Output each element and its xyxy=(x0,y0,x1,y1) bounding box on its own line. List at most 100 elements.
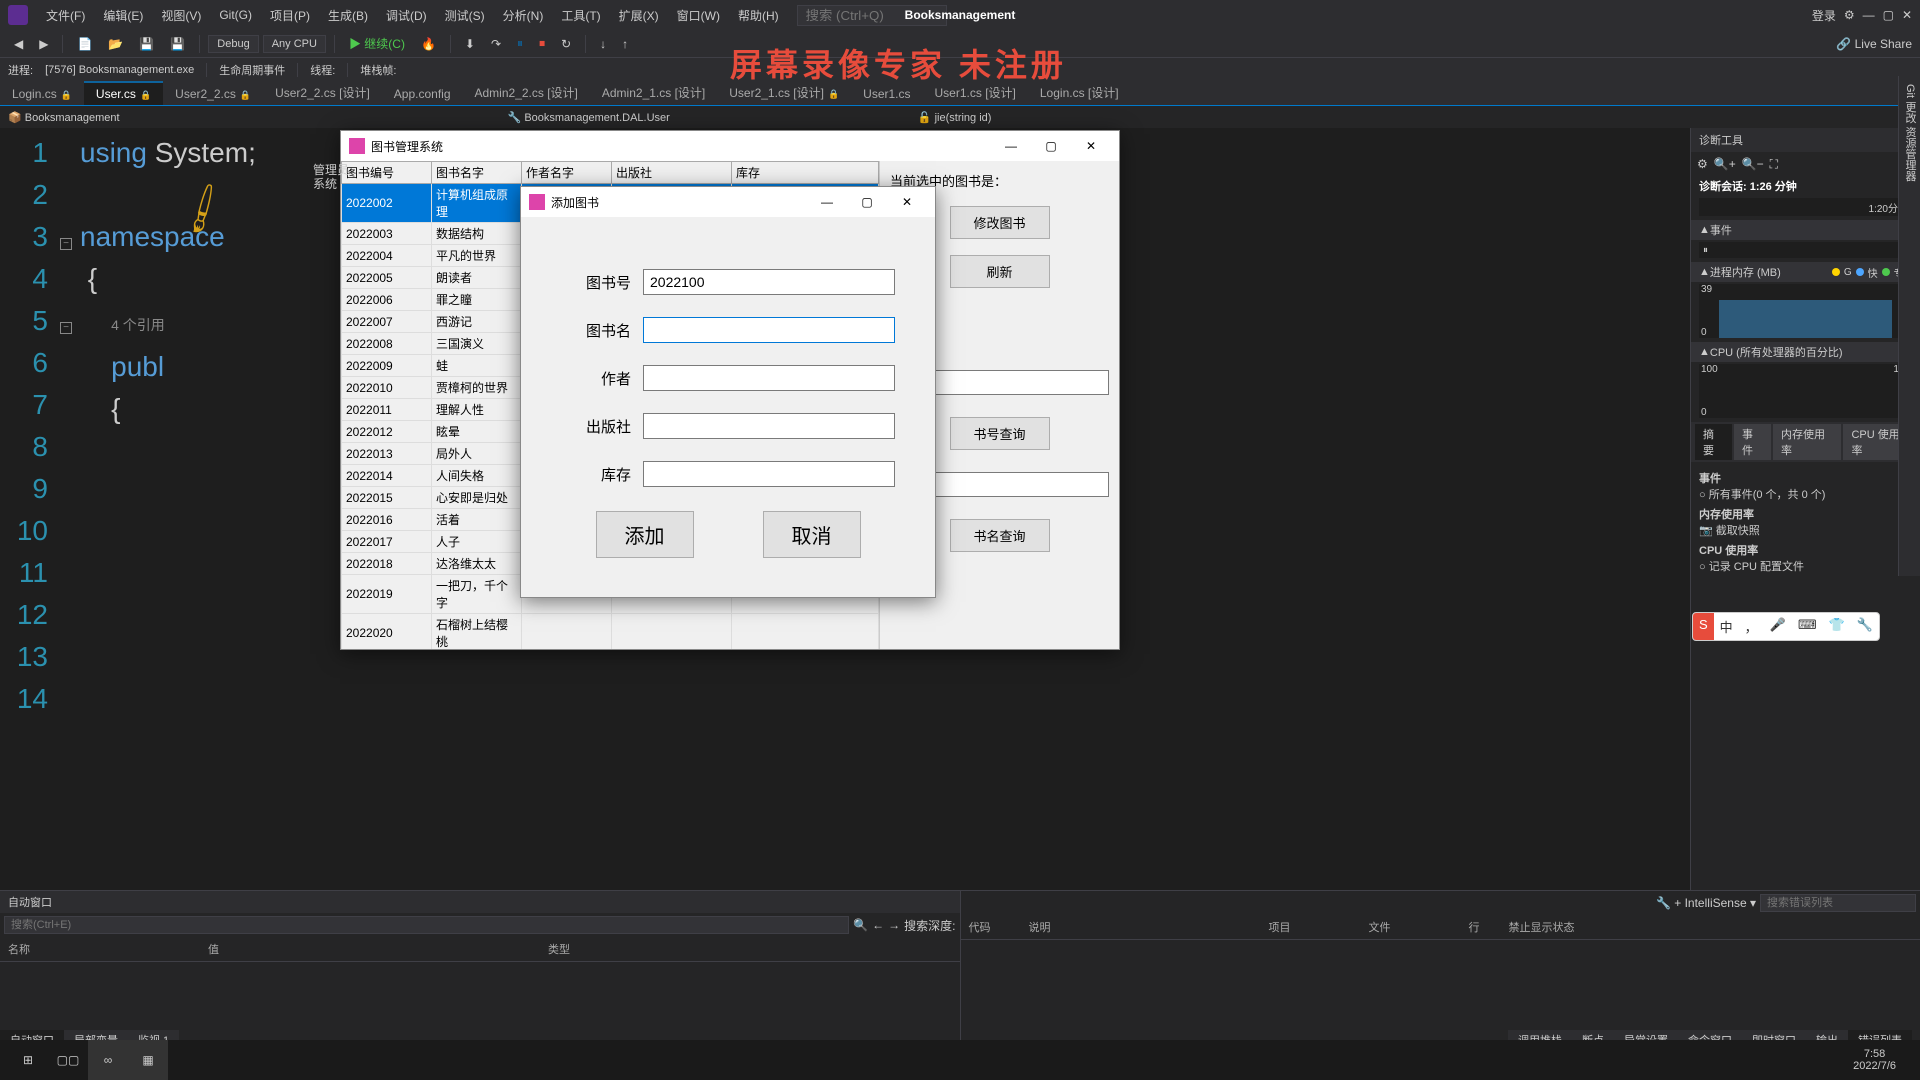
menu-test[interactable]: 测试(S) xyxy=(437,4,493,27)
tab-appconfig[interactable]: App.config xyxy=(382,83,463,105)
minimize-icon[interactable]: — xyxy=(807,191,847,213)
search-icon[interactable]: 🔍 xyxy=(853,918,868,932)
modify-book-button[interactable]: 修改图书 xyxy=(950,206,1050,239)
nav-fwd-icon[interactable]: ▶ xyxy=(33,35,54,53)
close-icon[interactable]: ✕ xyxy=(1071,135,1111,157)
tab-user[interactable]: User.cs🔒 xyxy=(84,81,163,105)
new-file-icon[interactable]: 📄 xyxy=(71,35,98,53)
table-row[interactable]: 2022020石榴树上结樱桃 xyxy=(342,614,879,650)
save-all-icon[interactable]: 💾 xyxy=(164,35,191,53)
diag-tab-events[interactable]: 事件 xyxy=(1734,424,1771,460)
addbook-titlebar[interactable]: 添加图书 — ▢ ✕ xyxy=(521,187,935,217)
menu-view[interactable]: 视图(V) xyxy=(153,4,209,27)
diag-events-header[interactable]: ▲ 事件 xyxy=(1691,220,1920,240)
record-cpu-button[interactable]: 记录 CPU 配置文件 xyxy=(1709,561,1804,573)
tab-user1[interactable]: User1.cs xyxy=(851,83,922,105)
nav-prev-icon[interactable]: ← xyxy=(872,918,884,932)
add-button[interactable]: 添加 xyxy=(596,511,694,558)
config-dropdown[interactable]: Debug xyxy=(208,35,258,53)
stock-input[interactable] xyxy=(643,461,895,487)
close-icon[interactable]: ✕ xyxy=(1902,8,1912,22)
tab-user22-design[interactable]: User2_2.cs [设计] xyxy=(263,80,382,105)
process-dropdown[interactable]: [7576] Booksmanagement.exe xyxy=(45,64,194,76)
ime-punct-icon[interactable]: ， xyxy=(1739,613,1764,640)
lifecycle-label[interactable]: 生命周期事件 xyxy=(219,62,285,78)
start-button[interactable]: ⊞ xyxy=(8,1040,48,1080)
reset-zoom-icon[interactable]: ⛶ xyxy=(1770,157,1778,172)
book-id-input[interactable] xyxy=(643,269,895,295)
nav-next-icon[interactable]: → xyxy=(888,918,900,932)
save-icon[interactable]: 💾 xyxy=(133,35,160,53)
menu-window[interactable]: 窗口(W) xyxy=(669,4,728,27)
menu-project[interactable]: 项目(P) xyxy=(262,4,318,27)
cpu-chart[interactable]: 100 100 0 0 xyxy=(1699,364,1912,418)
filter-dropdown[interactable]: 🔧 + IntelliSense ▾ xyxy=(1656,896,1756,910)
taskbar-app-icon[interactable]: ▦ xyxy=(128,1040,168,1080)
menu-help[interactable]: 帮助(H) xyxy=(730,4,787,27)
snapshot-button[interactable]: 截取快照 xyxy=(1716,525,1760,537)
breadcrumb-project[interactable]: 📦 Booksmanagement xyxy=(8,111,120,124)
minimize-icon[interactable]: — xyxy=(1863,8,1875,22)
diag-tab-summary[interactable]: 摘要 xyxy=(1695,424,1732,460)
ime-skin-icon[interactable]: 👕 xyxy=(1823,613,1851,640)
menu-debug[interactable]: 调试(D) xyxy=(378,4,435,27)
pause-icon[interactable]: ⏸ xyxy=(511,34,529,53)
breadcrumb-class[interactable]: 🔧 Booksmanagement.DAL.User xyxy=(508,111,670,124)
login-button[interactable]: 登录 xyxy=(1812,7,1836,24)
tab-admin22-design[interactable]: Admin2_2.cs [设计] xyxy=(463,80,590,105)
menu-build[interactable]: 生成(B) xyxy=(320,4,376,27)
ime-keyboard-icon[interactable]: ⌨ xyxy=(1792,613,1823,640)
diag-cpu-header[interactable]: ▲ CPU (所有处理器的百分比) xyxy=(1691,342,1920,362)
fold-icon[interactable]: − xyxy=(60,322,72,334)
autos-search-input[interactable] xyxy=(4,916,849,934)
diag-tab-mem[interactable]: 内存使用率 xyxy=(1773,424,1841,460)
cancel-button[interactable]: 取消 xyxy=(763,511,861,558)
nav-back-icon[interactable]: ◀ xyxy=(8,35,29,53)
task-view-icon[interactable]: ▢▢ xyxy=(48,1040,88,1080)
breadcrumb-method[interactable]: 🔓 jie(string id) xyxy=(918,111,992,124)
ime-toolbar[interactable]: S 中 ， 🎤 ⌨ 👕 🔧 xyxy=(1692,612,1880,641)
live-share-button[interactable]: 🔗 Live Share xyxy=(1836,37,1912,51)
publisher-input[interactable] xyxy=(643,413,895,439)
hot-reload-icon[interactable]: 🔥 xyxy=(415,35,442,53)
restart-icon[interactable]: ↻ xyxy=(555,35,577,53)
tab-user22[interactable]: User2_2.cs🔒 xyxy=(163,83,263,105)
open-icon[interactable]: 📂 xyxy=(102,35,129,53)
autos-header[interactable]: 自动窗口 xyxy=(0,891,960,913)
gear-icon[interactable]: ⚙ xyxy=(1697,157,1708,171)
maximize-icon[interactable]: ▢ xyxy=(1883,8,1894,22)
bookwin-titlebar[interactable]: 图书管理系统 — ▢ ✕ xyxy=(341,131,1119,161)
query-by-name-button[interactable]: 书名查询 xyxy=(950,519,1050,552)
ime-mic-icon[interactable]: 🎤 xyxy=(1764,613,1792,640)
ime-lang[interactable]: 中 xyxy=(1714,613,1739,640)
diag-mem-header[interactable]: ▲ 进程内存 (MB) G 快 专... xyxy=(1691,262,1920,282)
system-clock[interactable]: 7:58 2022/7/6 xyxy=(1845,1048,1904,1072)
zoom-in-icon[interactable]: 🔍+ xyxy=(1714,157,1736,171)
tab-login[interactable]: Login.cs🔒 xyxy=(0,83,84,105)
query-by-id-button[interactable]: 书号查询 xyxy=(950,417,1050,450)
settings-icon[interactable]: ⚙ xyxy=(1844,8,1855,22)
step-over-icon[interactable]: ↷ xyxy=(485,35,507,53)
menu-analyze[interactable]: 分析(N) xyxy=(495,4,552,27)
platform-dropdown[interactable]: Any CPU xyxy=(263,35,326,53)
menu-tools[interactable]: 工具(T) xyxy=(553,4,608,27)
ime-tool-icon[interactable]: 🔧 xyxy=(1851,613,1879,640)
menu-extensions[interactable]: 扩展(X) xyxy=(611,4,667,27)
menu-edit[interactable]: 编辑(E) xyxy=(95,4,151,27)
diag-timeline[interactable]: 1:20分钟 xyxy=(1699,198,1912,216)
minimize-icon[interactable]: — xyxy=(991,135,1031,157)
stop-icon[interactable]: ⏹ xyxy=(533,34,551,53)
zoom-out-icon[interactable]: 🔍− xyxy=(1742,157,1764,171)
taskbar-vs-icon[interactable]: ∞ xyxy=(88,1040,128,1080)
maximize-icon[interactable]: ▢ xyxy=(847,191,887,213)
menu-sys[interactable]: 系统 xyxy=(313,175,337,192)
author-input[interactable] xyxy=(643,365,895,391)
ime-logo-icon[interactable]: S xyxy=(1693,613,1714,640)
tab-admin21-design[interactable]: Admin2_1.cs [设计] xyxy=(590,80,717,105)
step-out-icon[interactable]: ↑ xyxy=(616,35,634,53)
right-side-tabs[interactable]: Git 更改 资源管理器 xyxy=(1898,76,1920,576)
show-desktop[interactable] xyxy=(1904,1040,1912,1080)
error-search-input[interactable] xyxy=(1760,894,1916,912)
maximize-icon[interactable]: ▢ xyxy=(1031,135,1071,157)
step-icon[interactable]: ⬇ xyxy=(459,35,481,53)
